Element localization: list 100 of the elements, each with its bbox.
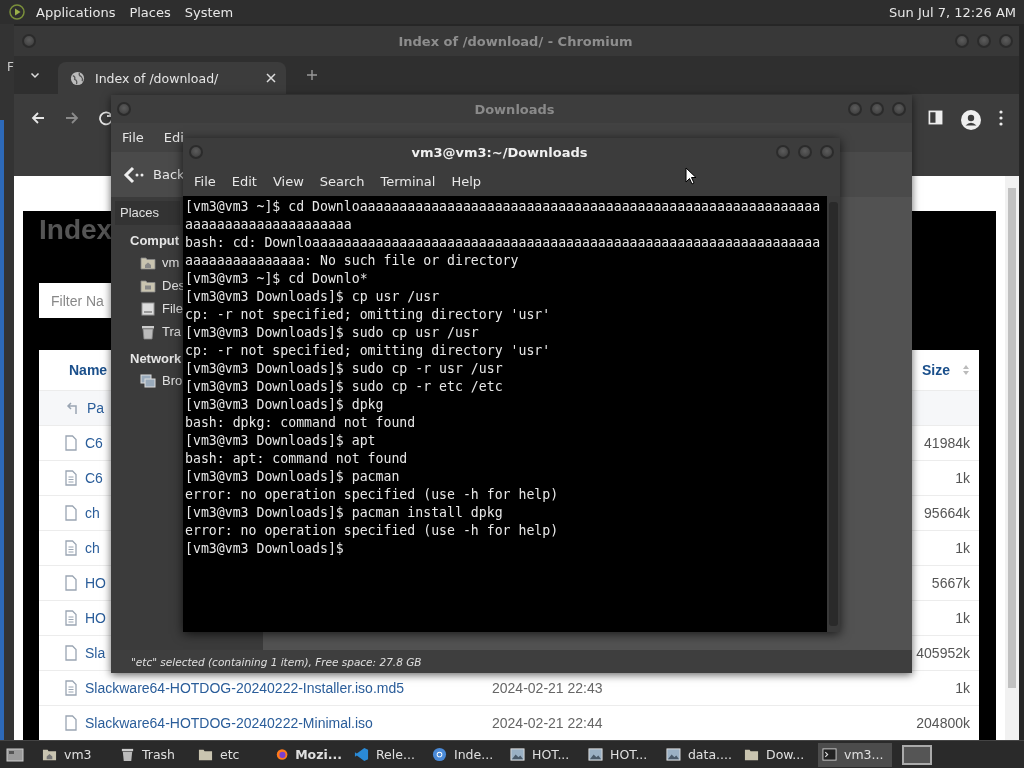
menu-item[interactable]: Edi (163, 130, 184, 145)
panel-menu[interactable]: Places (122, 4, 178, 20)
taskbar-button[interactable]: etc (194, 742, 268, 767)
size-text: 41984k (924, 435, 970, 451)
terminal-line: cp: -r not specified; omitting directory 'usr' (185, 306, 552, 324)
file-link[interactable]: HO (85, 610, 106, 626)
file-link[interactable]: Pa (87, 400, 105, 416)
taskbar-button[interactable]: Mozi... (272, 742, 346, 767)
clock[interactable]: Sun Jul 7, 12:26 AM (889, 4, 1024, 20)
size-text: 95664k (924, 505, 970, 521)
taskbar-button[interactable]: Dow... (740, 742, 814, 767)
panel-menu[interactable]: Applications (29, 4, 123, 20)
date-text: 2024-02-21 22:44 (492, 715, 603, 731)
taskbar-button[interactable]: vm3... (818, 742, 892, 767)
window-button[interactable] (22, 34, 36, 48)
window-button[interactable] (820, 145, 834, 159)
desktop-icon[interactable] (6, 746, 24, 763)
back-arrow-icon (123, 164, 145, 185)
size-text: 1k (955, 610, 970, 626)
image-viewer-icon (588, 747, 603, 762)
panel-menu[interactable]: System (177, 4, 241, 20)
back-icon[interactable] (30, 110, 46, 126)
scroll-thumb[interactable] (1008, 188, 1016, 688)
terminal-line: [vm3@vm3 ~]$ cd Downlo* (185, 270, 369, 288)
window-button[interactable] (870, 102, 884, 116)
sort-icon[interactable] (962, 364, 970, 376)
new-tab-icon[interactable] (306, 69, 318, 81)
logo-icon[interactable] (9, 4, 25, 20)
terminal-line: aaaaaaaaaaaaaaaaaaaaa (185, 216, 353, 234)
taskbar-button[interactable]: Trash (116, 742, 190, 767)
file-link[interactable]: C6 (85, 470, 103, 486)
trash-icon (120, 747, 135, 762)
menu-item[interactable]: Search (311, 173, 373, 189)
menu-item[interactable]: View (264, 173, 312, 189)
menu-item[interactable]: Edit (223, 173, 265, 189)
size-text: 204800k (916, 715, 970, 731)
sidebar-item[interactable]: File (140, 297, 183, 320)
profile-icon[interactable] (961, 110, 981, 130)
taskbar-button[interactable]: vm3 (38, 742, 112, 767)
window-button[interactable] (776, 145, 790, 159)
home-folder-icon (140, 254, 156, 271)
column-header[interactable]: Size (922, 362, 950, 378)
taskbar-button[interactable]: data.... (662, 742, 736, 767)
taskbar-button[interactable]: HOT... (584, 742, 658, 767)
menu-item[interactable]: File (186, 173, 224, 189)
close-icon[interactable] (266, 73, 276, 83)
sidebar-item[interactable]: Tra (140, 320, 182, 343)
size-text: 405952k (916, 645, 970, 661)
taskbar-button[interactable]: Inde... (428, 742, 502, 767)
window-button[interactable] (189, 145, 203, 159)
back-button[interactable]: Back (121, 160, 187, 189)
sidebar-item[interactable]: vm (140, 251, 180, 274)
file-link[interactable]: HO (85, 575, 106, 591)
window-label: F (7, 60, 14, 74)
file-link[interactable]: Slackware64-HOTDOG-20240222-Installer.iso.md5 (85, 680, 405, 696)
file-link[interactable]: ch (85, 505, 100, 521)
column-header[interactable]: Name (69, 362, 108, 378)
file-link[interactable]: ch (85, 540, 100, 556)
window-button[interactable] (977, 34, 991, 48)
sidebar-item[interactable]: Bro (140, 369, 183, 392)
file-icon (65, 645, 77, 661)
filter-field[interactable]: Filter Na (39, 283, 111, 318)
text-file-icon (65, 540, 77, 556)
code-editor-icon (354, 747, 369, 762)
places-dropdown[interactable]: Places (115, 201, 180, 225)
size-text: 1k (955, 540, 970, 556)
scrollbar[interactable] (827, 196, 840, 632)
file-link[interactable]: Sla (85, 645, 106, 661)
image-viewer-icon (510, 747, 525, 762)
window-button[interactable] (955, 34, 969, 48)
browser-tab[interactable]: Index of /download/ (58, 62, 286, 94)
terminal-line: [vm3@vm3 Downloads]$ pacman (185, 468, 401, 486)
drive-icon (140, 300, 156, 317)
window-button[interactable] (848, 102, 862, 116)
browser-icon (432, 747, 447, 762)
forward-icon[interactable] (64, 110, 80, 126)
menu-item[interactable]: Help (443, 173, 490, 189)
menu-icon[interactable] (999, 110, 1003, 126)
terminal-line: error: no operation specified (use -h for help) (185, 486, 560, 504)
file-icon (65, 575, 77, 591)
menu-item[interactable]: Terminal (372, 173, 444, 189)
window-button[interactable] (892, 102, 906, 116)
side-panel-icon[interactable] (928, 110, 943, 125)
file-link[interactable]: C6 (85, 435, 103, 451)
window-button[interactable] (798, 145, 812, 159)
taskbar-button[interactable]: HOT... (506, 742, 580, 767)
workspace-switcher[interactable] (902, 744, 932, 765)
menu-item[interactable]: File (122, 130, 144, 145)
window-button[interactable] (999, 34, 1013, 48)
scrollbar[interactable] (1005, 176, 1019, 740)
chevron-down-icon[interactable] (30, 70, 40, 80)
window-button[interactable] (117, 102, 131, 116)
network-icon (140, 372, 156, 389)
taskbar-button[interactable]: Rele... (350, 742, 424, 767)
file-link[interactable]: Slackware64-HOTDOG-20240222-Minimal.iso (85, 715, 373, 731)
folder-icon (744, 747, 759, 762)
text-file-icon (65, 680, 77, 696)
terminal-line: bash: cd: Downloaaaaaaaaaaaaaaaaaaaaaaaaaaaaaaaaaaaaaaaaaaaaaaaaaaaaaaaaaaaaaaaa (185, 234, 822, 252)
date-text: 2024-02-21 22:43 (492, 680, 603, 696)
desktop-folder-icon (140, 277, 156, 294)
